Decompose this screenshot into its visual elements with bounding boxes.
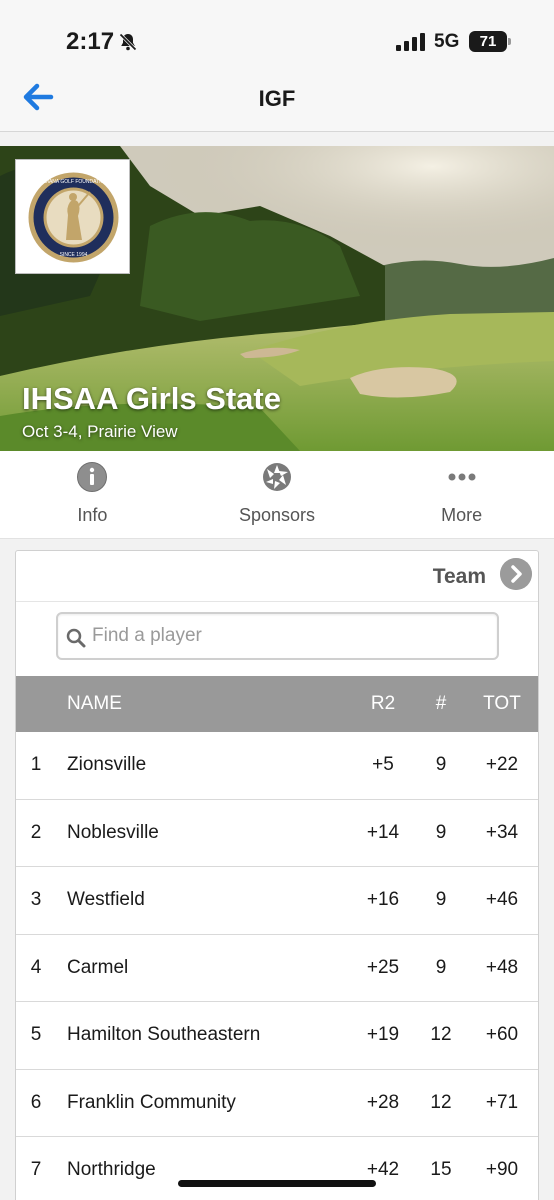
logo-ring-text: INDIANA GOLF FOUNDATION	[39, 179, 108, 185]
ellipsis-icon	[448, 473, 476, 481]
row-tot: +48	[485, 956, 519, 978]
tab-sponsors[interactable]: Sponsors	[185, 451, 370, 538]
row-team-name: Hamilton Southeastern	[67, 1024, 261, 1045]
row-pos: 4	[30, 956, 42, 978]
foundation-logo: INDIANA GOLF FOUNDATION SINCE 1994	[15, 159, 130, 274]
row-holes: 9	[435, 821, 447, 843]
leaderboard-card: Team NAME R2 # TOT 1 Zionsville +5 9 +22…	[15, 550, 539, 1200]
col-name[interactable]: NAME	[67, 693, 122, 715]
row-tot: +22	[485, 754, 519, 775]
row-pos: 5	[30, 1024, 42, 1045]
row-r2: +42	[366, 1159, 400, 1180]
event-tab-bar: Info Sponsors More	[0, 451, 554, 539]
table-row[interactable]: 3 Westfield +16 9 +46	[16, 867, 538, 935]
team-toggle-label: Team	[432, 565, 486, 588]
tab-more-label: More	[441, 505, 483, 525]
row-team-name: Franklin Community	[67, 1091, 236, 1113]
row-holes: 12	[430, 1091, 452, 1113]
row-r2: +28	[366, 1091, 400, 1113]
col-holes[interactable]: #	[421, 693, 461, 715]
tab-sponsors-label: Sponsors	[238, 505, 316, 525]
row-pos: 1	[30, 754, 42, 775]
row-r2: +14	[366, 821, 400, 843]
row-holes: 15	[430, 1159, 452, 1180]
col-tot[interactable]: TOT	[474, 693, 530, 715]
row-pos: 7	[30, 1159, 42, 1180]
bell-muted-icon	[119, 33, 137, 51]
cellular-signal-icon	[396, 33, 425, 51]
col-r2[interactable]: R2	[360, 693, 406, 715]
foundation-seal: INDIANA GOLF FOUNDATION SINCE 1994	[28, 172, 119, 263]
row-tot: +60	[485, 1024, 519, 1045]
search-icon	[66, 628, 86, 648]
nav-bar: IGF	[0, 66, 554, 132]
row-team-name: Northridge	[67, 1159, 156, 1180]
row-r2: +25	[366, 956, 400, 978]
event-title: IHSAA Girls State	[22, 381, 281, 416]
page-title: IGF	[258, 86, 296, 111]
row-r2: +5	[372, 754, 394, 775]
aperture-icon	[263, 463, 291, 491]
row-holes: 9	[435, 754, 447, 775]
event-hero-banner: INDIANA GOLF FOUNDATION SINCE 1994 IHSAA…	[0, 146, 554, 451]
logo-since-text: SINCE 1994	[60, 252, 88, 258]
battery-indicator: 71	[469, 31, 511, 52]
tab-info[interactable]: Info	[0, 451, 185, 538]
row-pos: 2	[30, 821, 42, 843]
row-holes: 9	[435, 889, 447, 910]
search-input[interactable]	[92, 622, 482, 650]
row-team-name: Zionsville	[67, 754, 147, 775]
row-r2: +16	[366, 889, 400, 910]
table-row[interactable]: 6 Franklin Community +28 12 +71	[16, 1070, 538, 1137]
row-tot: +34	[485, 821, 519, 843]
table-row[interactable]: 4 Carmel +25 9 +48	[16, 935, 538, 1002]
leaderboard-rows: 1 Zionsville +5 9 +22 2 Noblesville +14 …	[16, 732, 538, 1200]
row-team-name: Noblesville	[67, 821, 159, 843]
row-pos: 3	[30, 889, 42, 910]
leaderboard-header: NAME R2 # TOT	[16, 676, 538, 732]
row-pos: 6	[30, 1091, 42, 1113]
row-r2: +19	[366, 1024, 400, 1045]
table-row[interactable]: 7 Northridge +42 15 +90	[16, 1137, 538, 1200]
row-team-name: Carmel	[67, 956, 129, 978]
tab-more[interactable]: More	[369, 451, 554, 538]
table-row[interactable]: 5 Hamilton Southeastern +19 12 +60	[16, 1002, 538, 1070]
row-holes: 9	[435, 956, 447, 978]
home-indicator[interactable]	[178, 1180, 376, 1187]
table-row[interactable]: 2 Noblesville +14 9 +34	[16, 800, 538, 867]
row-tot: +90	[485, 1159, 519, 1180]
chevron-right-icon[interactable]	[500, 558, 532, 590]
tab-info-label: Info	[77, 505, 108, 525]
info-icon	[77, 462, 108, 492]
row-team-name: Westfield	[67, 889, 145, 910]
status-time: 2:17	[66, 28, 115, 55]
network-type: 5G	[434, 31, 460, 52]
event-date-location: Oct 3-4, Prairie View	[22, 422, 178, 441]
team-view-toggle[interactable]: Team	[16, 551, 538, 602]
row-tot: +71	[485, 1091, 519, 1113]
row-tot: +46	[485, 889, 519, 910]
table-row[interactable]: 1 Zionsville +5 9 +22	[16, 732, 538, 800]
row-holes: 12	[430, 1024, 452, 1045]
player-search[interactable]	[56, 612, 499, 660]
